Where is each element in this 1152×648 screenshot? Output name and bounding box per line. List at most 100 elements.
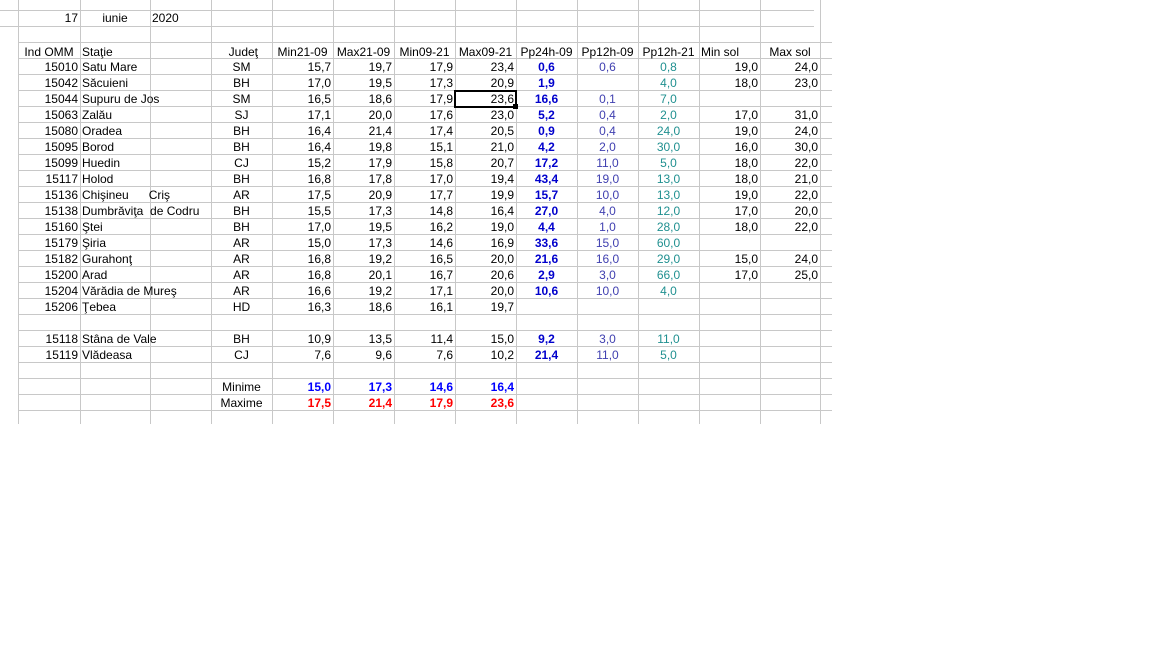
table-cell[interactable]: 15,2	[272, 155, 333, 171]
table-cell[interactable]: 21,0	[760, 171, 820, 187]
table-cell[interactable]: Oradea	[80, 123, 211, 139]
table-cell[interactable]: 15,0	[577, 235, 638, 251]
table-cell[interactable]: 30,0	[760, 139, 820, 155]
table-cell[interactable]: 1,0	[577, 219, 638, 235]
table-cell[interactable]: 17,9	[394, 91, 455, 107]
table-cell[interactable]: AR	[211, 235, 272, 251]
table-cell[interactable]: 25,0	[760, 267, 820, 283]
table-cell[interactable]: 19,7	[455, 299, 516, 315]
table-cell[interactable]: HD	[211, 299, 272, 315]
table-cell[interactable]: 16,1	[394, 299, 455, 315]
table-cell[interactable]: BH	[211, 123, 272, 139]
table-cell[interactable]: 13,0	[638, 171, 699, 187]
column-header-1[interactable]: Staţie	[80, 44, 150, 60]
table-cell[interactable]: 17,0	[272, 219, 333, 235]
table-cell[interactable]: 0,6	[577, 59, 638, 75]
table-cell[interactable]: SM	[211, 59, 272, 75]
table-cell[interactable]: 17,5	[272, 187, 333, 203]
table-cell[interactable]: 9,2	[516, 331, 577, 347]
table-cell[interactable]: 17,3	[394, 75, 455, 91]
table-cell[interactable]: 11,4	[394, 331, 455, 347]
table-cell[interactable]: 0,4	[577, 123, 638, 139]
table-cell[interactable]: 15095	[18, 139, 80, 155]
table-cell[interactable]: 19,7	[333, 59, 394, 75]
table-cell[interactable]: 20,1	[333, 267, 394, 283]
table-cell[interactable]: BH	[211, 219, 272, 235]
table-cell[interactable]: Săcuieni	[80, 75, 211, 91]
table-cell[interactable]: 16,4	[455, 203, 516, 219]
table-cell[interactable]: 33,6	[516, 235, 577, 251]
table-cell[interactable]: 5,0	[638, 347, 699, 363]
table-cell[interactable]: 10,0	[577, 187, 638, 203]
summary-max-label[interactable]: Maxime	[211, 395, 272, 411]
table-cell[interactable]: 4,4	[516, 219, 577, 235]
table-cell[interactable]: 16,5	[394, 251, 455, 267]
table-cell[interactable]: 18,0	[699, 155, 760, 171]
table-cell[interactable]: 17,6	[394, 107, 455, 123]
table-cell[interactable]: 14,8	[394, 203, 455, 219]
table-cell[interactable]: 24,0	[638, 123, 699, 139]
table-cell[interactable]: 7,6	[394, 347, 455, 363]
table-cell[interactable]: 23,0	[760, 75, 820, 91]
table-cell[interactable]: 17,3	[333, 235, 394, 251]
column-header-9[interactable]: Pp12h-21	[638, 44, 699, 60]
table-cell[interactable]: 24,0	[760, 123, 820, 139]
table-cell[interactable]: 20,0	[455, 251, 516, 267]
table-cell[interactable]: 4,2	[516, 139, 577, 155]
table-cell[interactable]: 16,6	[272, 283, 333, 299]
table-cell[interactable]: Chişineu Criş	[80, 187, 211, 203]
table-cell[interactable]: 20,7	[455, 155, 516, 171]
table-cell[interactable]: 1,9	[516, 75, 577, 91]
table-cell[interactable]: 20,9	[455, 75, 516, 91]
table-cell[interactable]: 15,5	[272, 203, 333, 219]
summary-min-cell[interactable]: 17,3	[333, 379, 394, 395]
table-cell[interactable]: BH	[211, 171, 272, 187]
table-cell[interactable]: BH	[211, 331, 272, 347]
table-cell[interactable]: 13,0	[638, 187, 699, 203]
table-cell[interactable]: 16,6	[516, 91, 577, 107]
table-cell[interactable]: 10,6	[516, 283, 577, 299]
table-cell[interactable]: 5,0	[638, 155, 699, 171]
table-cell[interactable]: 17,0	[699, 267, 760, 283]
table-cell[interactable]: SJ	[211, 107, 272, 123]
table-cell[interactable]: Holod	[80, 171, 211, 187]
table-cell[interactable]: 19,2	[333, 283, 394, 299]
table-cell[interactable]: 31,0	[760, 107, 820, 123]
table-cell[interactable]: 15,0	[272, 235, 333, 251]
spreadsheet[interactable]: 17 iunie 2020 Ind OMM Staţie Judeţ Min21-09 Max…	[0, 0, 1152, 648]
table-cell[interactable]: 15,7	[272, 59, 333, 75]
table-cell[interactable]: 15118	[18, 331, 80, 347]
table-cell[interactable]: 28,0	[638, 219, 699, 235]
table-cell[interactable]: 15063	[18, 107, 80, 123]
table-cell[interactable]: 15,1	[394, 139, 455, 155]
table-cell[interactable]: 18,6	[333, 299, 394, 315]
column-header-11[interactable]: Max sol	[760, 44, 820, 60]
selected-cell[interactable]: 23,6	[454, 90, 517, 108]
table-cell[interactable]: 10,0	[577, 283, 638, 299]
table-cell[interactable]: 15117	[18, 171, 80, 187]
table-cell[interactable]: 3,0	[577, 331, 638, 347]
table-cell[interactable]: 4,0	[577, 203, 638, 219]
table-cell[interactable]: 0,4	[577, 107, 638, 123]
table-cell[interactable]: 24,0	[760, 59, 820, 75]
table-cell[interactable]: BH	[211, 139, 272, 155]
date-month-cell[interactable]: iunie	[80, 10, 150, 26]
table-cell[interactable]: 17,8	[333, 171, 394, 187]
table-cell[interactable]: 17,1	[272, 107, 333, 123]
table-cell[interactable]: 19,9	[455, 187, 516, 203]
table-cell[interactable]: 22,0	[760, 155, 820, 171]
table-cell[interactable]: 17,0	[394, 171, 455, 187]
table-cell[interactable]: 15,7	[516, 187, 577, 203]
table-cell[interactable]: 15182	[18, 251, 80, 267]
summary-min-label[interactable]: Minime	[211, 379, 272, 395]
table-cell[interactable]: 0,6	[516, 59, 577, 75]
table-cell[interactable]: AR	[211, 267, 272, 283]
table-cell[interactable]: AR	[211, 187, 272, 203]
table-cell[interactable]: 18,6	[333, 91, 394, 107]
table-cell[interactable]: 15042	[18, 75, 80, 91]
table-cell[interactable]: Ţebea	[80, 299, 211, 315]
column-header-3[interactable]: Min21-09	[272, 44, 333, 60]
table-cell[interactable]: 43,4	[516, 171, 577, 187]
table-cell[interactable]: 10,9	[272, 331, 333, 347]
table-cell[interactable]: 0,1	[577, 91, 638, 107]
